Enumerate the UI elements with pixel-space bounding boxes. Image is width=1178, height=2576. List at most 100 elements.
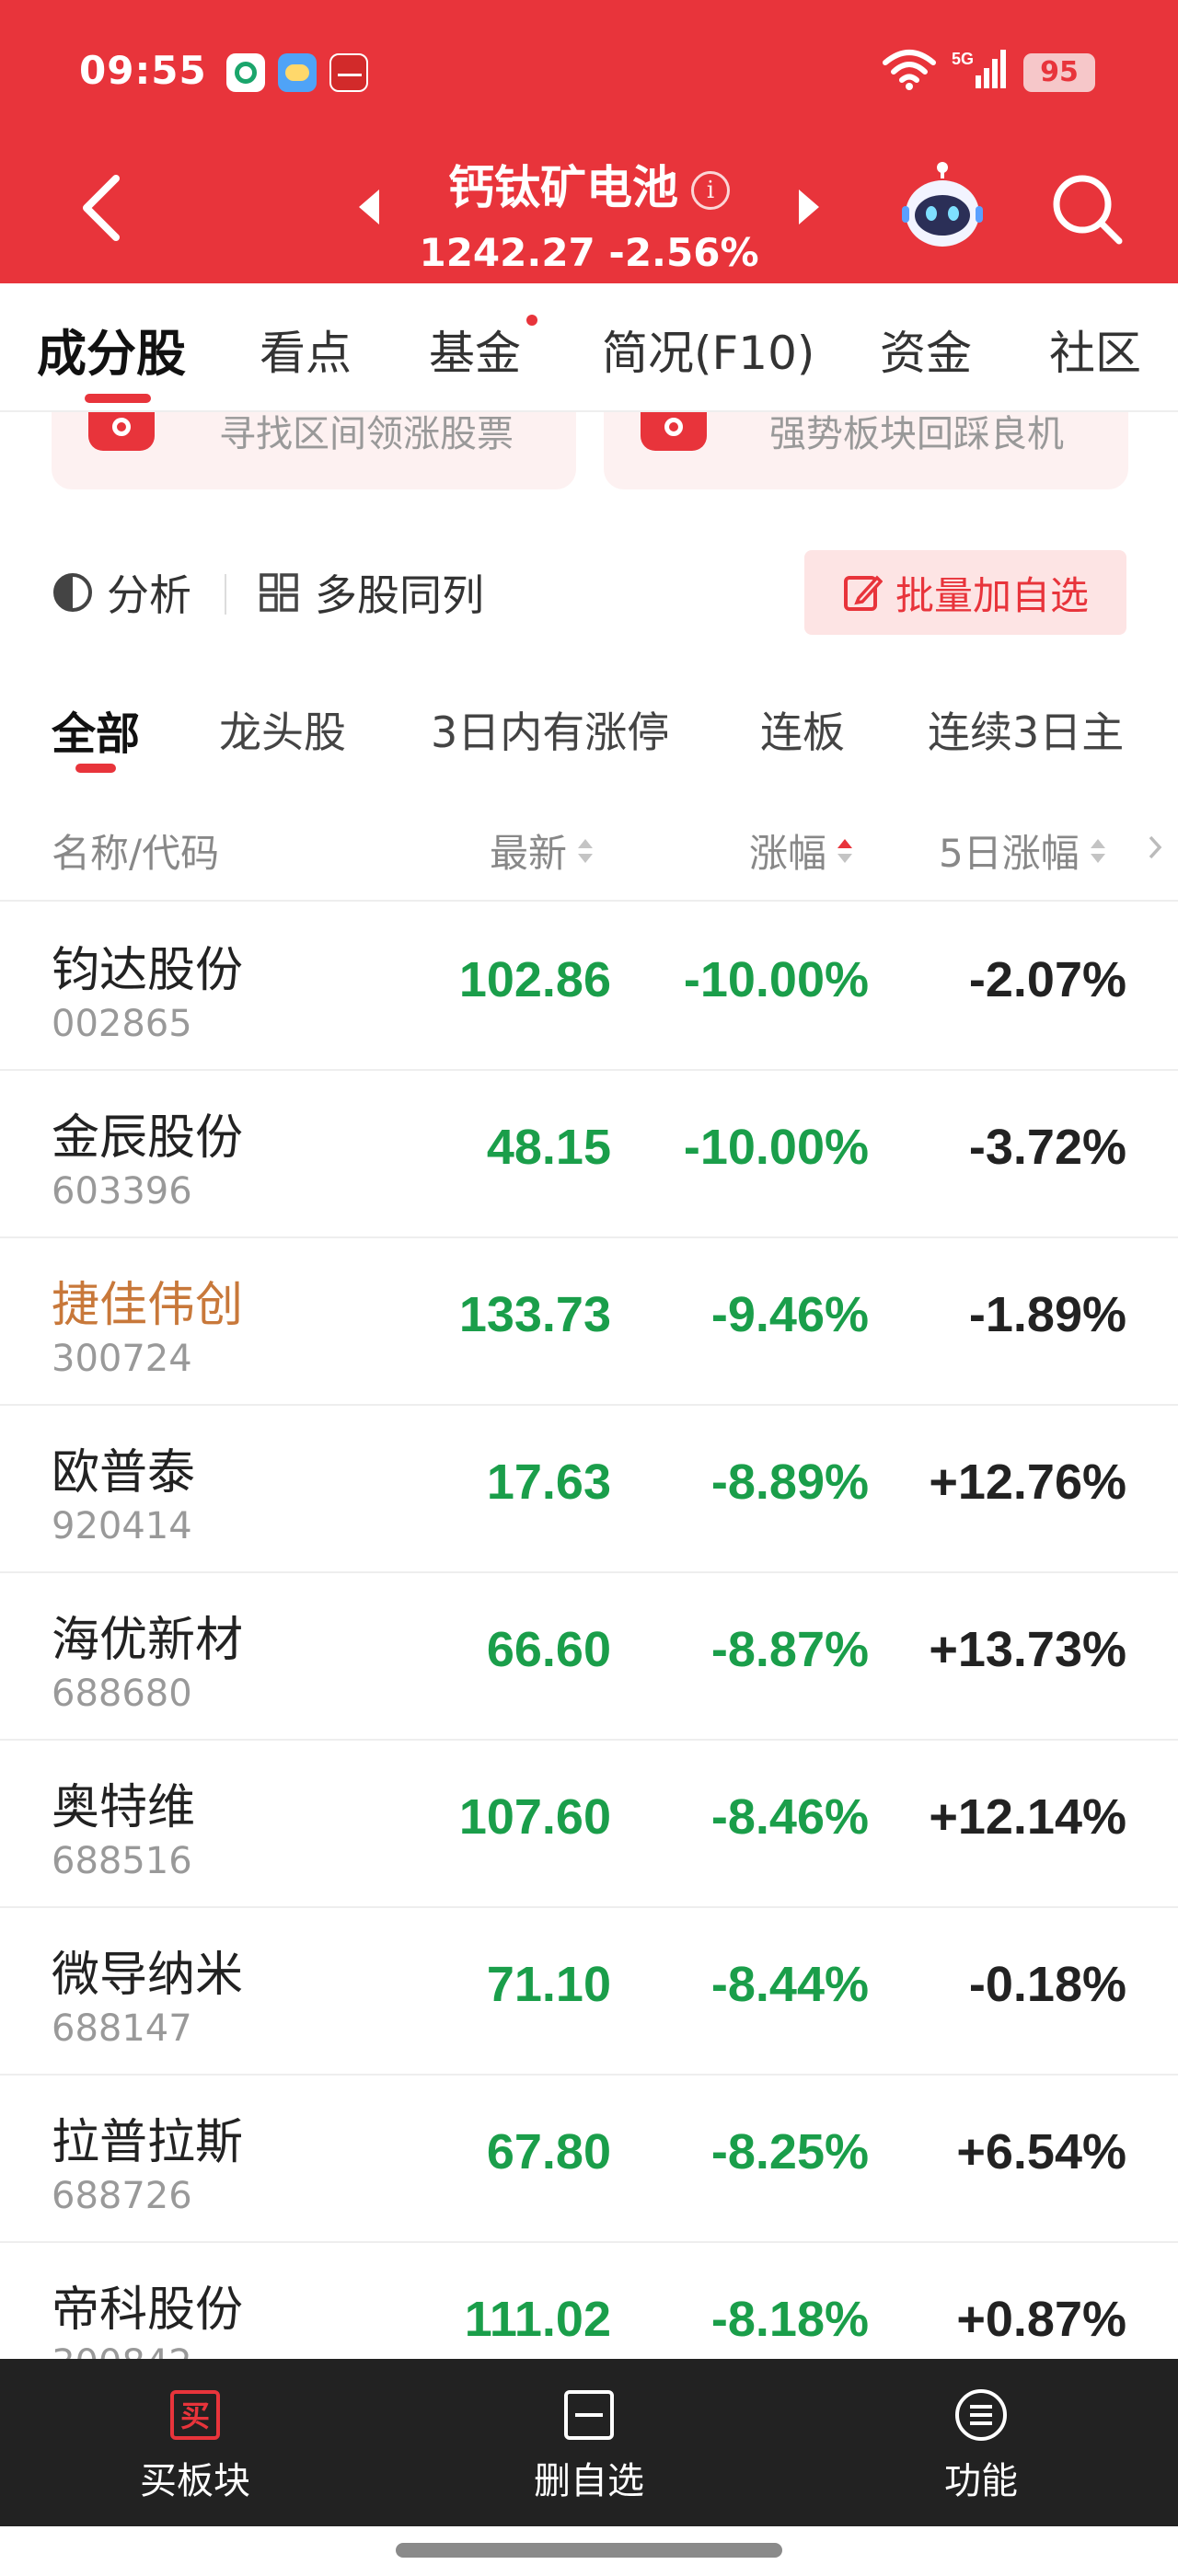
stock-name: 奥特维 bbox=[52, 1780, 196, 1835]
status-bar: 09:55 5G 95 bbox=[0, 0, 1178, 147]
bottom-action-bar: 买 买板块 删自选 功能 bbox=[0, 2359, 1178, 2526]
home-indicator[interactable] bbox=[396, 2543, 782, 2558]
sector-title-block: 钙钛矿电池 i 1242.27 -2.56% bbox=[396, 147, 782, 275]
minus-box-icon bbox=[564, 2390, 614, 2440]
active-filter-indicator bbox=[75, 764, 116, 773]
cellular-signal-icon: 5G bbox=[952, 50, 1006, 88]
table-row[interactable]: 金辰股份 603396 48.15 -10.00% -3.72% bbox=[0, 1071, 1178, 1238]
table-row[interactable]: 海优新材 688680 66.60 -8.87% +13.73% bbox=[0, 1573, 1178, 1741]
search-icon[interactable] bbox=[1047, 169, 1125, 247]
tab-community[interactable]: 社区 bbox=[1049, 316, 1141, 383]
promo-card-pullback[interactable]: 强势板块回踩良机 bbox=[604, 412, 1128, 489]
stock-change: -8.46% bbox=[710, 1789, 869, 1845]
stock-name: 金辰股份 bbox=[52, 1110, 244, 1166]
column-header-5day-change[interactable]: 5日涨幅 bbox=[939, 822, 1109, 879]
chevron-right-icon[interactable] bbox=[1147, 832, 1163, 863]
notification-dot bbox=[526, 315, 537, 326]
sector-quote: 1242.27 -2.56% bbox=[419, 230, 759, 275]
stock-5day-change: -1.89% bbox=[968, 1287, 1126, 1342]
stock-5day-change: +12.14% bbox=[929, 1789, 1126, 1845]
stock-price: 48.15 bbox=[486, 1120, 611, 1175]
filter-tab-all[interactable]: 全部 bbox=[52, 697, 140, 762]
table-row[interactable]: 微导纳米 688147 71.10 -8.44% -0.18% bbox=[0, 1908, 1178, 2076]
stock-price: 67.80 bbox=[486, 2124, 611, 2179]
tab-constituents[interactable]: 成分股 bbox=[37, 313, 186, 385]
multi-stock-view-button[interactable]: 多股同列 bbox=[260, 565, 484, 620]
stock-change: -8.87% bbox=[710, 1622, 869, 1677]
table-row[interactable]: 欧普泰 920414 17.63 -8.89% +12.76% bbox=[0, 1406, 1178, 1573]
tab-funds[interactable]: 基金 bbox=[429, 316, 521, 383]
functions-button[interactable]: 功能 bbox=[871, 2386, 1091, 2504]
sort-icon bbox=[578, 838, 594, 863]
grid-icon bbox=[260, 573, 298, 612]
stock-5day-change: +12.76% bbox=[929, 1455, 1126, 1510]
stock-code: 920414 bbox=[52, 1505, 192, 1547]
table-row[interactable]: 拉普拉斯 688726 67.80 -8.25% +6.54% bbox=[0, 2076, 1178, 2243]
stock-app-icon bbox=[329, 53, 368, 92]
app-header: 09:55 5G 95 钙钛矿电池 i 1242.27 -2.56% bbox=[0, 0, 1178, 283]
analysis-label: 分析 bbox=[107, 570, 191, 620]
filter-tab-3d-main[interactable]: 连续3日主 bbox=[928, 699, 1124, 760]
stock-name: 拉普拉斯 bbox=[52, 2115, 244, 2170]
mobile-app-icon bbox=[226, 53, 265, 92]
filter-tab-consecutive[interactable]: 连板 bbox=[760, 699, 845, 760]
stock-code: 688147 bbox=[52, 2007, 192, 2050]
table-row[interactable]: 奥特维 688516 107.60 -8.46% +12.14% bbox=[0, 1741, 1178, 1908]
column-header-name: 名称/代码 bbox=[52, 831, 220, 876]
promo-card-leading-stocks[interactable]: 寻找区间领涨股票 bbox=[52, 412, 576, 489]
analysis-button[interactable]: 分析 bbox=[52, 565, 191, 620]
column-header-change-label: 涨幅 bbox=[749, 831, 827, 876]
tab-highlights[interactable]: 看点 bbox=[260, 316, 352, 383]
filter-tab-bar: 全部 龙头股 3日内有涨停 连板 连续3日主 bbox=[0, 686, 1178, 778]
stock-5day-change: -2.07% bbox=[968, 952, 1126, 1007]
ai-assistant-robot-icon[interactable] bbox=[902, 162, 983, 250]
table-header: 名称/代码 最新 涨幅 5日涨幅 bbox=[0, 810, 1178, 902]
previous-sector-icon[interactable] bbox=[353, 184, 385, 230]
stock-5day-change: +13.73% bbox=[929, 1622, 1126, 1677]
stock-code: 688680 bbox=[52, 1673, 192, 1715]
stock-change: -8.89% bbox=[710, 1455, 869, 1510]
filter-tab-limit-up-3d[interactable]: 3日内有涨停 bbox=[431, 699, 669, 760]
buy-sector-button[interactable]: 买 买板块 bbox=[85, 2386, 306, 2504]
batch-add-label: 批量加自选 bbox=[895, 572, 1089, 618]
column-header-change[interactable]: 涨幅 bbox=[749, 822, 856, 879]
sort-icon bbox=[1090, 838, 1105, 863]
stock-5day-change: -3.72% bbox=[968, 1120, 1126, 1175]
buy-sector-label: 买板块 bbox=[140, 2460, 250, 2502]
stock-price: 66.60 bbox=[486, 1622, 611, 1677]
table-row[interactable]: 捷佳伟创 300724 133.73 -9.46% -1.89% bbox=[0, 1238, 1178, 1406]
functions-label: 功能 bbox=[944, 2460, 1018, 2502]
column-header-latest[interactable]: 最新 bbox=[490, 822, 596, 879]
back-arrow-icon[interactable] bbox=[74, 171, 129, 245]
next-sector-icon[interactable] bbox=[793, 184, 825, 230]
status-time: 09:55 bbox=[79, 48, 207, 93]
stock-code: 688726 bbox=[52, 2175, 192, 2217]
batch-add-watchlist-button[interactable]: 批量加自选 bbox=[804, 550, 1126, 635]
stock-5day-change: -0.18% bbox=[968, 1957, 1126, 2012]
column-header-latest-label: 最新 bbox=[490, 831, 568, 876]
active-tab-indicator bbox=[85, 394, 151, 403]
wifi-icon bbox=[883, 50, 936, 90]
half-circle-chart-icon bbox=[53, 573, 92, 612]
stock-name: 帝科股份 bbox=[52, 2283, 244, 2338]
stock-change: -10.00% bbox=[683, 1120, 869, 1175]
info-icon[interactable]: i bbox=[691, 171, 730, 210]
stock-code: 002865 bbox=[52, 1003, 192, 1045]
stock-price: 102.86 bbox=[458, 952, 611, 1007]
tab-profile-f10[interactable]: 简况(F10) bbox=[602, 316, 814, 383]
stock-name: 海优新材 bbox=[52, 1613, 244, 1668]
menu-circle-icon bbox=[955, 2389, 1007, 2441]
stock-code: 603396 bbox=[52, 1170, 192, 1213]
table-row[interactable]: 钧达股份 002865 102.86 -10.00% -2.07% bbox=[0, 903, 1178, 1071]
promo-icon bbox=[641, 412, 707, 451]
stock-price: 71.10 bbox=[486, 1957, 611, 2012]
remove-watchlist-button[interactable]: 删自选 bbox=[479, 2386, 699, 2504]
remove-watchlist-label: 删自选 bbox=[534, 2460, 644, 2502]
top-tab-bar: 成分股 看点 基金 简况(F10) 资金 社区 bbox=[0, 283, 1178, 412]
stock-code: 300724 bbox=[52, 1338, 192, 1380]
sector-title: 钙钛矿电池 bbox=[448, 161, 678, 214]
stock-change: -8.25% bbox=[710, 2124, 869, 2179]
tab-capital[interactable]: 资金 bbox=[880, 316, 972, 383]
stock-name: 钧达股份 bbox=[52, 943, 244, 998]
filter-tab-leaders[interactable]: 龙头股 bbox=[219, 699, 346, 760]
